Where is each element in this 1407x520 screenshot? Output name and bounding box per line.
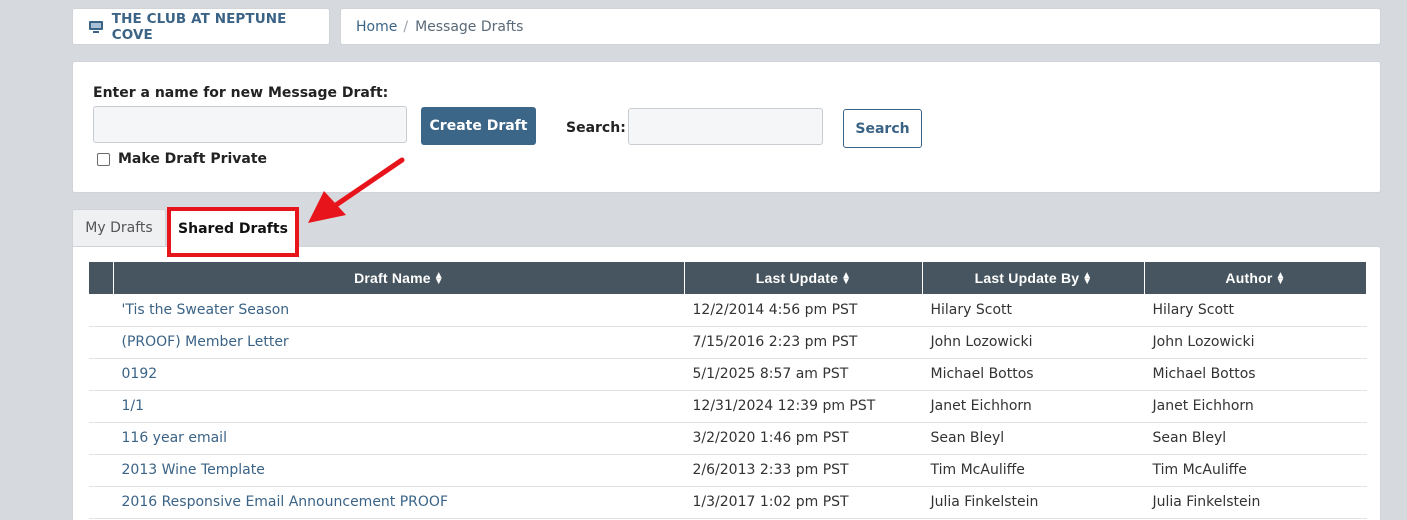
row-select-cell xyxy=(88,294,114,327)
draft-name-link[interactable]: 116 year email xyxy=(113,422,685,455)
row-select-cell xyxy=(88,326,114,359)
last-update-by-cell: Hilary Scott xyxy=(922,294,1145,327)
last-update-by-cell: Sean Bleyl xyxy=(922,422,1145,455)
tab-shared-drafts[interactable]: Shared Drafts xyxy=(167,207,299,257)
last-update-cell: 12/31/2024 12:39 pm PST xyxy=(684,390,923,423)
breadcrumb-current: Message Drafts xyxy=(415,18,524,35)
private-toggle[interactable]: Make Draft Private xyxy=(97,151,267,167)
row-select-cell xyxy=(88,422,114,455)
sort-icon[interactable]: ▲ ▼ xyxy=(434,271,444,287)
column-header-label: Last Update xyxy=(755,270,839,286)
last-update-by-cell: Janet Eichhorn xyxy=(922,390,1145,423)
draft-name-link[interactable]: (PROOF) Member Letter xyxy=(113,326,685,359)
drafts-table: Draft Name ▲ ▼ Last Update ▲ ▼ Last Update B… xyxy=(88,262,1367,519)
row-select-cell xyxy=(88,454,114,487)
sort-icon[interactable]: ▲ ▼ xyxy=(1275,271,1285,287)
draft-name-input[interactable] xyxy=(93,106,407,143)
table-row[interactable]: 1/1 12/31/2024 12:39 pm PST Janet Eichho… xyxy=(88,390,1367,423)
search-label: Search: xyxy=(566,120,626,136)
table-row[interactable]: 0192 5/1/2025 8:57 am PST Michael Bottos… xyxy=(88,358,1367,391)
author-cell: Sean Bleyl xyxy=(1144,422,1367,455)
sort-icon[interactable]: ▲ ▼ xyxy=(1082,271,1092,287)
column-header-last-update-by[interactable]: Last Update By ▲ ▼ xyxy=(922,262,1145,294)
private-label[interactable]: Make Draft Private xyxy=(118,151,267,167)
search-button[interactable]: Search xyxy=(843,109,922,148)
author-cell: Hilary Scott xyxy=(1144,294,1367,327)
table-row[interactable]: (PROOF) Member Letter 7/15/2016 2:23 pm … xyxy=(88,326,1367,359)
draft-name-label: Enter a name for new Message Draft: xyxy=(93,85,389,101)
author-cell: John Lozowicki xyxy=(1144,326,1367,359)
draft-name-link[interactable]: 0192 xyxy=(113,358,685,391)
breadcrumb-separator: / xyxy=(403,18,409,35)
row-select-cell xyxy=(88,390,114,423)
tab-shared-drafts-label: Shared Drafts xyxy=(178,221,288,237)
table-row[interactable]: 'Tis the Sweater Season 12/2/2014 4:56 p… xyxy=(88,294,1367,327)
table-row[interactable]: 2016 Responsive Email Announcement PROOF… xyxy=(88,486,1367,519)
new-draft-form: Enter a name for new Message Draft: Crea… xyxy=(72,61,1381,193)
column-header-draft-name[interactable]: Draft Name ▲ ▼ xyxy=(113,262,685,294)
last-update-by-cell: Tim McAuliffe xyxy=(922,454,1145,487)
brand-card[interactable]: THE CLUB AT NEPTUNE COVE xyxy=(72,8,330,45)
last-update-by-cell: John Lozowicki xyxy=(922,326,1145,359)
last-update-cell: 5/1/2025 8:57 am PST xyxy=(684,358,923,391)
table-row[interactable]: 2013 Wine Template 2/6/2013 2:33 pm PST … xyxy=(88,454,1367,487)
private-checkbox[interactable] xyxy=(97,152,110,166)
column-header-author[interactable]: Author ▲ ▼ xyxy=(1144,262,1367,294)
breadcrumb: Home / Message Drafts xyxy=(340,8,1381,45)
breadcrumb-home-link[interactable]: Home xyxy=(356,19,397,35)
author-cell: Tim McAuliffe xyxy=(1144,454,1367,487)
tab-my-drafts[interactable]: My Drafts xyxy=(72,209,166,246)
table-row[interactable]: 116 year email 3/2/2020 1:46 pm PST Sean… xyxy=(88,422,1367,455)
monitor-icon xyxy=(89,20,103,33)
draft-name-link[interactable]: 2013 Wine Template xyxy=(113,454,685,487)
row-select-cell xyxy=(88,358,114,391)
author-cell: Michael Bottos xyxy=(1144,358,1367,391)
draft-name-link[interactable]: 2016 Responsive Email Announcement PROOF xyxy=(113,486,685,519)
column-header-label: Draft Name xyxy=(354,270,431,286)
last-update-by-cell: Michael Bottos xyxy=(922,358,1145,391)
last-update-cell: 1/3/2017 1:02 pm PST xyxy=(684,486,923,519)
draft-name-link[interactable]: 'Tis the Sweater Season xyxy=(113,294,685,327)
author-cell: Julia Finkelstein xyxy=(1144,486,1367,519)
last-update-by-cell: Julia Finkelstein xyxy=(922,486,1145,519)
create-draft-button[interactable]: Create Draft xyxy=(421,107,536,145)
column-header-last-update[interactable]: Last Update ▲ ▼ xyxy=(684,262,923,294)
brand-name[interactable]: THE CLUB AT NEPTUNE COVE xyxy=(112,11,329,43)
row-select-cell xyxy=(88,486,114,519)
table-header-row: Draft Name ▲ ▼ Last Update ▲ ▼ Last Update B… xyxy=(88,262,1367,294)
column-header-label: Last Update By xyxy=(974,270,1080,286)
author-cell: Janet Eichhorn xyxy=(1144,390,1367,423)
select-column-header xyxy=(88,262,114,294)
last-update-cell: 7/15/2016 2:23 pm PST xyxy=(684,326,923,359)
last-update-cell: 12/2/2014 4:56 pm PST xyxy=(684,294,923,327)
search-input[interactable] xyxy=(628,108,823,145)
column-header-label: Author xyxy=(1225,270,1273,286)
last-update-cell: 2/6/2013 2:33 pm PST xyxy=(684,454,923,487)
last-update-cell: 3/2/2020 1:46 pm PST xyxy=(684,422,923,455)
sort-icon[interactable]: ▲ ▼ xyxy=(841,271,851,287)
draft-name-link[interactable]: 1/1 xyxy=(113,390,685,423)
